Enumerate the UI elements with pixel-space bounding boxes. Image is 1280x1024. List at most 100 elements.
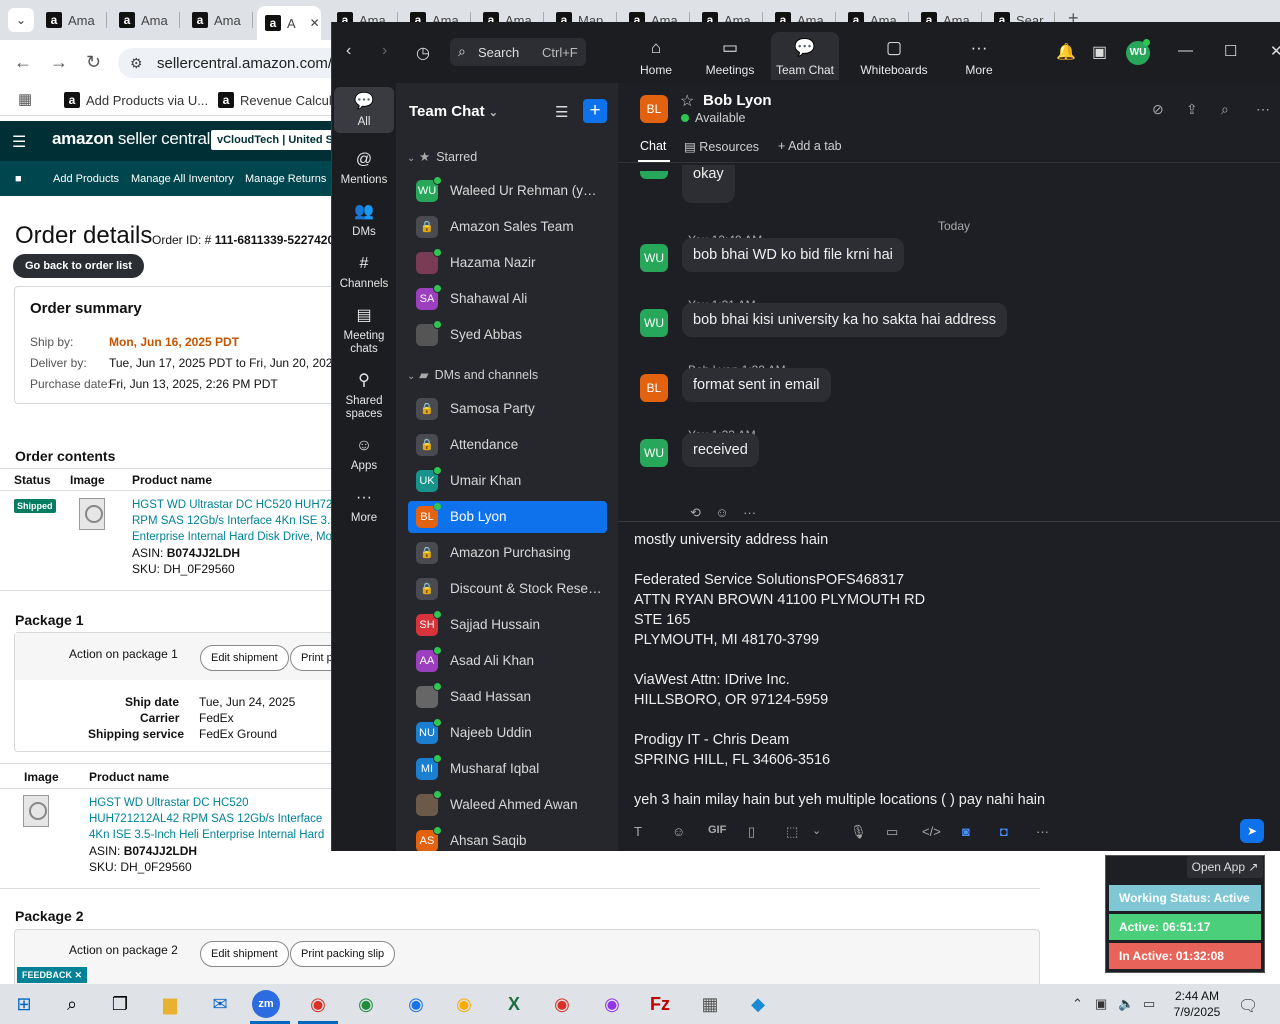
forward-arrow-icon[interactable]: → (50, 52, 68, 73)
nav-meetings[interactable]: ▭ Meetings (696, 32, 764, 80)
chat-list-item[interactable]: 🔒 Discount & Stock Reser... (408, 573, 607, 605)
video-message-icon[interactable]: ▭ (886, 824, 898, 840)
open-app-button[interactable]: Open App ↗ (1187, 856, 1263, 878)
file-explorer-icon[interactable]: ▆ (154, 990, 186, 1018)
new-chat-button[interactable]: + (583, 99, 607, 123)
file-icon[interactable]: ▯ (748, 824, 755, 840)
menu-icon[interactable]: ☰ (12, 132, 26, 152)
more-icon[interactable]: ··· (1036, 824, 1049, 839)
package-product-link[interactable]: HGST WD Ultrastar DC HC520 HUH721212AL42… (89, 795, 334, 843)
bookmark-revenue-calculator[interactable]: a Revenue Calculat (218, 92, 343, 108)
message-avatar[interactable]: BL (640, 374, 668, 402)
search-icon[interactable]: ⌕ (56, 990, 88, 1018)
product-name-link[interactable]: HGST WD Ultrastar DC HC520 HUH721 RPM SA… (132, 497, 342, 545)
format-text-icon[interactable]: T (634, 824, 642, 839)
bookmark-add-products[interactable]: a Add Products via U... (64, 92, 208, 108)
edit-shipment-button[interactable]: Edit shipment (200, 645, 289, 671)
back-arrow-icon[interactable]: ← (14, 52, 32, 73)
search-icon[interactable]: ⌕ (1221, 101, 1229, 118)
code-icon[interactable]: </> (922, 824, 941, 839)
chrome-icon[interactable]: ◉ (302, 990, 334, 1018)
message-compose-box[interactable]: mostly university address hain Federated … (618, 521, 1280, 851)
chat-list-item[interactable]: BL Bob Lyon (408, 501, 607, 533)
display-icon[interactable]: ▭ (1143, 996, 1155, 1012)
tray-chevron-icon[interactable]: ⌃ (1072, 996, 1083, 1012)
message-bubble[interactable]: format sent in email (682, 368, 831, 402)
seller-central-logo[interactable]: amazon seller central (52, 129, 210, 149)
section-starred[interactable]: ⌄ ★ Starred (407, 149, 477, 164)
nav-home[interactable]: ⌂ Home (622, 32, 690, 80)
edit-shipment-2-button[interactable]: Edit shipment (200, 941, 289, 967)
chat-list-item[interactable]: MI Musharaf Iqbal (408, 753, 607, 785)
chat-list-item[interactable]: 🔒 Amazon Sales Team (408, 211, 607, 243)
chat-list-item[interactable]: 🔒 Samosa Party (408, 393, 607, 425)
tab-add[interactable]: + Add a tab (778, 139, 842, 153)
emoji-icon[interactable]: ☺ (715, 505, 728, 520)
chat-list-item[interactable]: Waleed Ahmed Awan (408, 789, 607, 821)
windows-start-icon[interactable]: ⊞ (8, 990, 40, 1018)
message-bubble[interactable]: bob bhai WD ko bid file krni hai (682, 238, 904, 272)
contact-name[interactable]: Bob Lyon (703, 92, 772, 109)
package-product-image[interactable] (23, 795, 49, 827)
microphone-icon[interactable]: 🎙 (850, 824, 867, 840)
volume-icon[interactable]: 🔈 (1118, 996, 1134, 1012)
subnav-manage-returns[interactable]: Manage Returns (245, 173, 326, 185)
back-to-order-list-button[interactable]: Go back to order list (13, 254, 144, 278)
notifications-icon[interactable]: 🗨 (1238, 996, 1258, 1016)
forward-chevron-icon[interactable]: › (382, 42, 387, 60)
browser-tab[interactable]: a Ama (111, 6, 177, 34)
nav-more[interactable]: ··· More (945, 32, 1013, 80)
gif-icon[interactable]: GIF (708, 824, 726, 836)
chat-list-item[interactable]: 🔒 Attendance (408, 429, 607, 461)
tab-search-chevron-icon[interactable]: ⌄ (8, 8, 34, 32)
calculator-icon[interactable]: ▦ (694, 990, 726, 1018)
product-image[interactable] (79, 498, 105, 530)
chat-list-item[interactable]: NU Najeeb Uddin (408, 717, 607, 749)
bookmark-icon[interactable]: ■ (15, 173, 22, 185)
maximize-icon[interactable]: ☐ (1224, 42, 1237, 60)
excel-icon[interactable]: X (498, 990, 530, 1018)
chat-list-item[interactable]: SH Sajjad Hussain (408, 609, 607, 641)
rail-item[interactable]: ⚲ Shared spaces (334, 372, 394, 421)
tab-chat[interactable]: Chat (640, 139, 666, 153)
chrome-profile-icon[interactable]: ◉ (546, 990, 578, 1018)
chat-list-item[interactable]: AS Ahsan Saqib (408, 825, 607, 851)
message-avatar[interactable]: WU (640, 309, 668, 337)
nav-whiteboards[interactable]: ▢ Whiteboards (852, 32, 936, 80)
site-info-icon[interactable]: ⚙ (130, 55, 143, 72)
reload-icon[interactable]: ↻ (86, 52, 101, 73)
subnav-manage-inventory[interactable]: Manage All Inventory (131, 173, 234, 185)
feedback-button[interactable]: FEEDBACK ✕ (17, 967, 88, 983)
filezilla-icon[interactable]: Fz (644, 990, 676, 1018)
minimize-icon[interactable]: — (1178, 42, 1193, 59)
screenshot-icon[interactable]: ⬚ (786, 824, 798, 840)
task-view-icon[interactable]: ❐ (104, 990, 136, 1018)
close-icon[interactable]: ✕ (310, 16, 320, 30)
zoom-search-input[interactable]: ⌕ Search Ctrl+F (450, 38, 586, 66)
chat-list-item[interactable]: Hazama Nazir (408, 247, 607, 279)
rail-item[interactable]: 💬 All (334, 87, 394, 133)
tab-resources[interactable]: ▤ Resources (684, 139, 759, 154)
bell-icon[interactable]: 🔔 (1056, 42, 1076, 62)
browser-tab[interactable]: a A ✕ (257, 6, 321, 40)
browser-tab[interactable]: a Ama (184, 6, 250, 34)
app-icon[interactable]: ◘ (1000, 824, 1008, 839)
chat-list-item[interactable]: UK Umair Khan (408, 465, 607, 497)
more-icon[interactable]: ··· (743, 505, 756, 520)
rail-item[interactable]: 👥 DMs (334, 203, 394, 239)
app-icon[interactable]: ◙ (962, 824, 970, 839)
rail-item[interactable]: ▤ Meeting chats (334, 307, 394, 356)
chat-list-item[interactable]: Saad Hassan (408, 681, 607, 713)
rail-item[interactable]: # Channels (334, 255, 394, 291)
chevron-down-icon[interactable]: ⌄ (812, 824, 821, 837)
chat-list-item[interactable]: WU Waleed Ur Rehman (you) (408, 175, 607, 207)
message-avatar[interactable]: WU (640, 439, 668, 467)
message-avatar[interactable]: WU (640, 244, 668, 272)
app-icon[interactable]: ◆ (742, 990, 774, 1018)
more-options-icon[interactable]: ⋯ (1256, 101, 1270, 118)
apps-grid-icon[interactable]: ▦ (18, 90, 32, 108)
chat-list-item[interactable]: AA Asad Ali Khan (408, 645, 607, 677)
message-bubble[interactable]: received (682, 433, 759, 467)
clock[interactable]: 2:44 AM 7/9/2025 (1172, 988, 1222, 1020)
history-icon[interactable]: ◷ (416, 43, 430, 63)
